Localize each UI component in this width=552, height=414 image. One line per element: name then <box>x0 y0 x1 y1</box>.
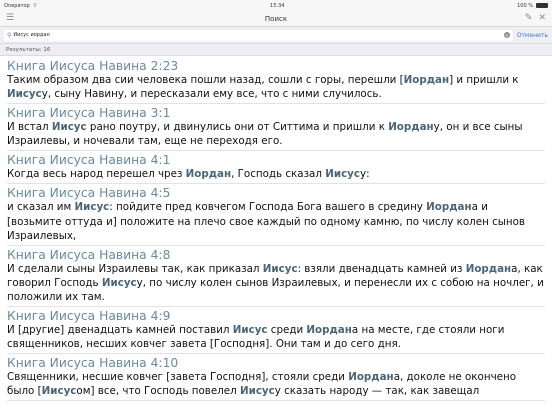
verse-text-segment: Таким образом два сии человека пошли наз… <box>7 74 404 86</box>
result-item[interactable]: Книга Иисуса Навина 4:9 И [другие] двенад… <box>0 307 552 355</box>
verse-text-segment: среди <box>267 324 307 337</box>
verse-reference: Книга Иисуса Навина 4:9 <box>7 307 545 324</box>
result-item[interactable]: Книга Иисуса Навина 4:10 Священники, несш… <box>0 354 552 402</box>
status-bar: Оператор ⌔ 15:34 100 % <box>0 0 552 11</box>
result-item[interactable]: Книга Иисуса Навина 4:5 и сказал им Иисус… <box>0 184 552 246</box>
verse-text-segment: у: <box>360 168 370 181</box>
search-match: Иордан <box>306 324 352 337</box>
verse-text-segment: , Господь сказал <box>231 168 326 181</box>
verse-text-segment: ом] все, что Господь повелел <box>76 385 240 398</box>
result-item[interactable]: Книга Иисуса Навина 3:1 И встал Иисус ран… <box>0 104 552 152</box>
search-match: Иордан <box>185 168 232 181</box>
search-match: Иисус <box>262 262 298 275</box>
search-match: Иисус <box>240 385 275 398</box>
navigation-bar: ☰ Поиск ✎ ✕ <box>0 11 552 27</box>
verse-text: И встал Иисус рано поутру, и двинулись о… <box>7 120 545 152</box>
search-field-container[interactable]: ⚲ ✕ <box>4 29 513 41</box>
search-match: Иордан <box>388 121 434 134</box>
verse-reference: Книга Иисуса Навина 4:8 <box>7 245 545 262</box>
search-match: Иордан <box>426 201 472 214</box>
clock: 15:34 <box>270 2 285 9</box>
verse-text-segment: : пойдите пред ковчегом Господа Бога ваш… <box>109 201 427 214</box>
verse-text: Таким образом два сии человека пошли наз… <box>7 73 545 105</box>
page-title: Поиск <box>264 14 288 23</box>
verse-reference: Книга Иисуса Навина 4:5 <box>7 184 545 201</box>
search-match: Иисус <box>51 121 87 134</box>
search-match: Иисус <box>7 88 42 101</box>
carrier-label: Оператор <box>4 2 30 9</box>
result-item[interactable]: Книга Иисуса Навина 4:8 И сделали сыны Из… <box>0 245 552 308</box>
cancel-button[interactable]: Отменить <box>517 32 548 39</box>
search-match: Иисус <box>74 201 110 214</box>
verse-reference: Книга Иисуса Навина 4:1 <box>7 151 545 168</box>
search-match: Иордан <box>403 74 450 86</box>
search-match: Иордан <box>465 262 512 275</box>
results-list[interactable]: Книга Иисуса Навина 2:23 Таким образом дв… <box>0 57 552 414</box>
verse-text-segment: И встал <box>7 121 52 134</box>
result-item[interactable]: Книга Иисуса Навина 4:1 Когда весь народ … <box>0 151 552 185</box>
verse-text-segment: Священники, несшие ковчег [завета Господ… <box>7 371 349 384</box>
verse-reference: Книга Иисуса Навина 4:10 <box>7 354 545 371</box>
search-bar: ⚲ ✕ Отменить <box>0 27 552 44</box>
battery-icon <box>536 3 548 8</box>
search-input[interactable] <box>13 32 502 38</box>
verse-text-segment: у сказать народу — так, как завещал <box>274 385 480 398</box>
wifi-icon: ⌔ <box>32 2 38 9</box>
verse-text: Священники, несшие ковчег [завета Господ… <box>7 370 545 402</box>
edit-icon[interactable]: ✎ <box>525 14 533 23</box>
verse-text-segment: Когда весь народ перешел чрез <box>7 168 186 181</box>
clear-icon[interactable]: ✕ <box>503 32 510 38</box>
results-count: Результаты: 16 <box>0 44 552 56</box>
search-match: Иисус <box>325 168 360 181</box>
verse-text-segment: И сделали сыны Израилевы так, как приказ… <box>7 262 263 275</box>
verse-text-segment: рано поутру, и двинулись они от Ситтима … <box>86 121 389 134</box>
search-match: Иисус <box>101 276 137 289</box>
verse-text-segment: ] и пришли к <box>449 74 519 86</box>
verse-text-segment: И [другие] двенадцать камней поставил <box>7 324 233 337</box>
battery-label: 100 % <box>517 2 533 9</box>
verse-text-segment: у, сыну Навину, и пересказали ему все, ч… <box>41 88 382 101</box>
verse-text: И сделали сыны Израилевы так, как приказ… <box>7 262 545 308</box>
search-match: Иисус <box>41 385 77 398</box>
verse-text-segment: и сказал им <box>7 201 75 214</box>
search-match: Иисус <box>232 324 268 337</box>
verse-text-segment: : взяли двенадцать камней из <box>297 262 466 275</box>
verse-reference: Книга Иисуса Навина 2:23 <box>7 57 545 73</box>
search-icon: ⚲ <box>7 31 12 39</box>
result-item[interactable]: Книга Иисуса Навина 2:23 Таким образом дв… <box>0 57 552 105</box>
verse-text: Когда весь народ перешел чрез Иордан, Го… <box>7 167 545 185</box>
verse-text: И [другие] двенадцать камней поставил Ии… <box>7 323 545 355</box>
close-icon[interactable]: ✕ <box>538 14 546 23</box>
verse-reference: Книга Иисуса Навина 3:1 <box>7 104 545 121</box>
search-match: Иордан <box>348 371 394 384</box>
menu-icon[interactable]: ☰ <box>6 14 14 23</box>
verse-text: и сказал им Иисус: пойдите пред ковчегом… <box>7 200 545 246</box>
